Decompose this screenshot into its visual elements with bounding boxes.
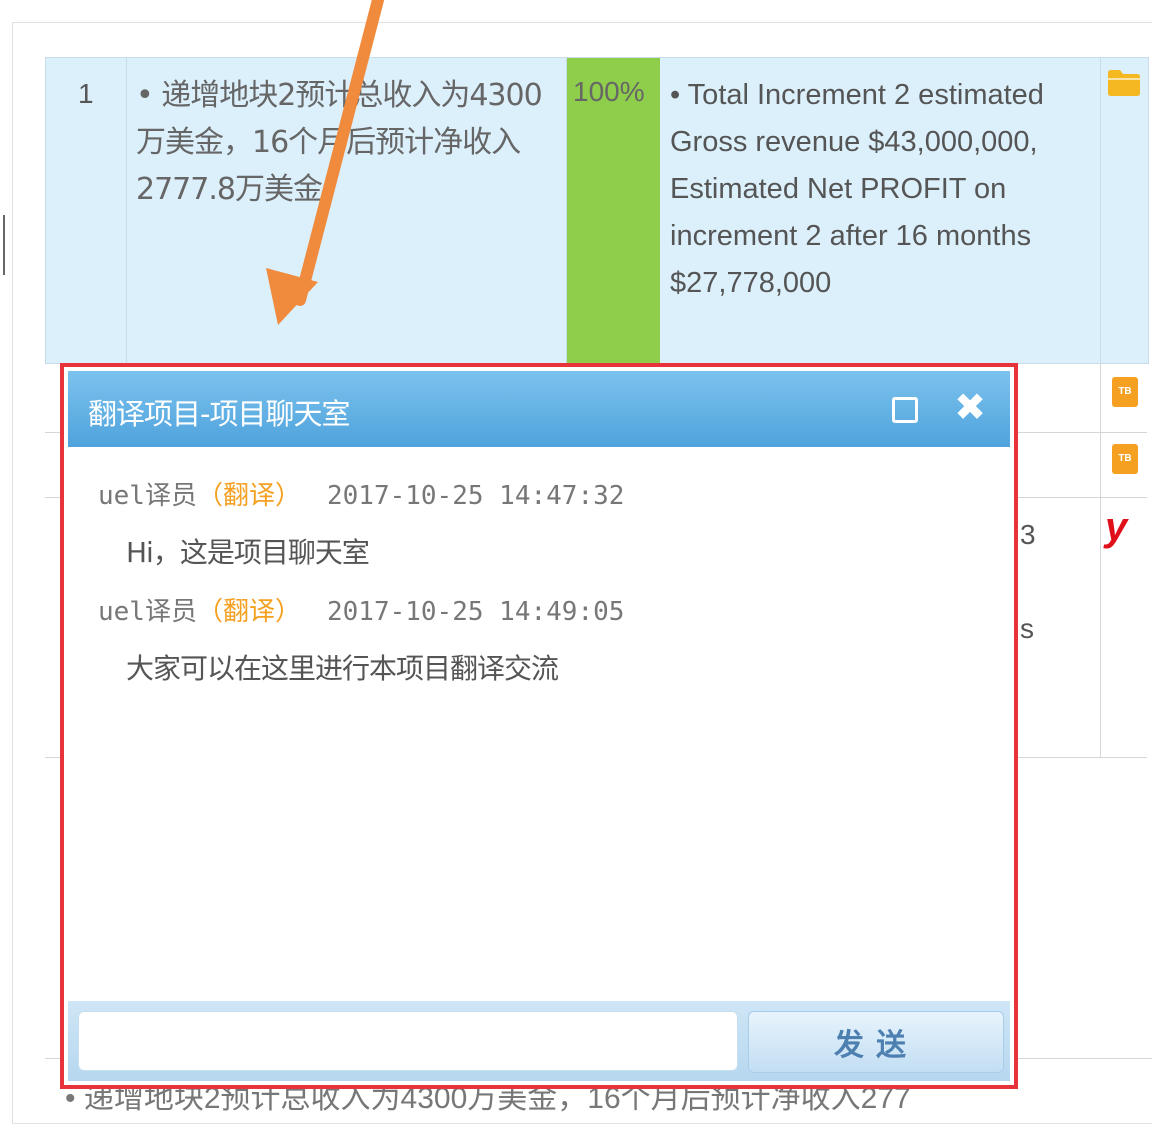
message-timestamp: 2017-10-25 14:47:32	[326, 481, 625, 511]
message-meta: uel译员（翻译） 2017-10-25 14:49:05	[98, 591, 624, 628]
chat-header[interactable]: 翻译项目-项目聊天室 ✖	[68, 371, 1010, 447]
close-icon[interactable]: ✖	[954, 389, 986, 427]
message-meta: uel译员（翻译） 2017-10-25 14:47:32	[98, 475, 624, 512]
message-text: Hi，这是项目聊天室	[126, 536, 370, 569]
chat-message-input[interactable]	[78, 1011, 738, 1071]
chat-title: 翻译项目-项目聊天室	[88, 397, 350, 431]
message-role: （翻译）	[196, 481, 301, 511]
send-button[interactable]: 发送	[748, 1011, 1004, 1073]
chat-dialog: 翻译项目-项目聊天室 ✖ uel译员（翻译） 2017-10-25 14:47:3…	[60, 363, 1018, 1089]
message-role: （翻译）	[196, 597, 301, 627]
maximize-icon[interactable]	[892, 397, 918, 423]
chat-footer: 发送	[68, 1001, 1010, 1081]
message-author: uel译员	[98, 597, 197, 627]
chat-message-list[interactable]: uel译员（翻译） 2017-10-25 14:47:32 Hi，这是项目聊天室 …	[68, 447, 1010, 1003]
message-timestamp: 2017-10-25 14:49:05	[326, 597, 625, 627]
message-author: uel译员	[98, 481, 197, 511]
message-text: 大家可以在这里进行本项目翻译交流	[126, 652, 559, 685]
